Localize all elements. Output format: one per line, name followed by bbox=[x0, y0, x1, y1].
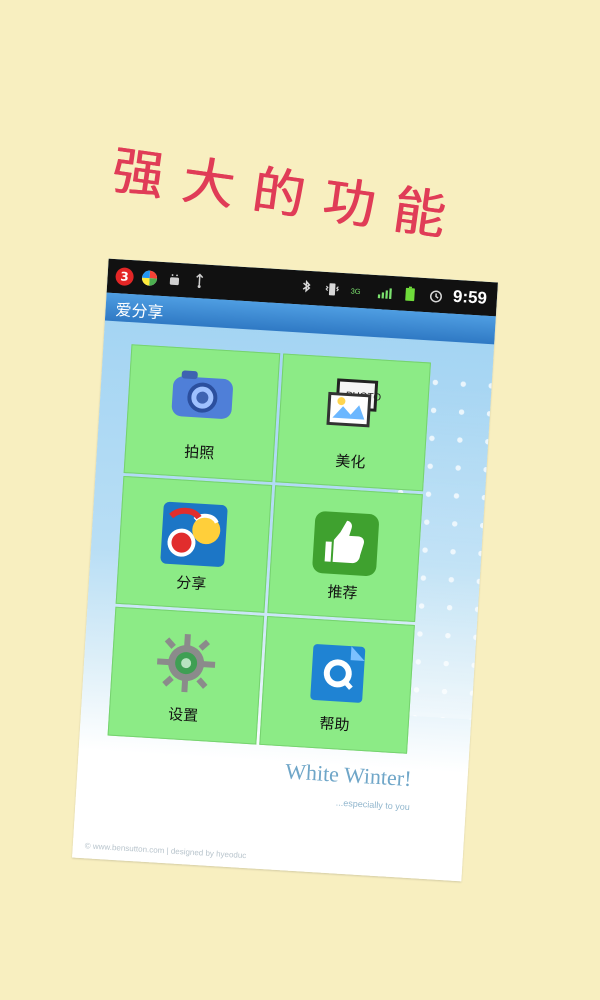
status-left: 3 bbox=[115, 263, 209, 295]
feature-grid: 拍照 PHOTO 美化 bbox=[107, 344, 431, 754]
app-icon bbox=[142, 270, 158, 286]
tile-help[interactable]: 帮助 bbox=[258, 616, 415, 754]
svg-text:3G: 3G bbox=[350, 286, 361, 296]
usb-icon bbox=[196, 273, 204, 288]
tile-photo[interactable]: 拍照 bbox=[123, 344, 280, 482]
photo-edit-icon: PHOTO bbox=[326, 378, 381, 428]
android-icon bbox=[169, 274, 180, 286]
signal-icon bbox=[377, 288, 392, 299]
app-title: 爱分享 bbox=[114, 300, 165, 323]
network-3g-icon: 3G bbox=[350, 286, 361, 296]
watermark-title: White Winter! bbox=[284, 758, 413, 792]
gear-icon bbox=[157, 634, 216, 693]
tile-settings-label: 设置 bbox=[167, 705, 199, 725]
tile-photo-label: 拍照 bbox=[183, 442, 215, 463]
phone-screenshot: 3 3G 9:59 爱分享 拍照 美化 分享 推荐 设置 帮助 White Wi… bbox=[72, 258, 498, 882]
tile-share[interactable]: 分享 bbox=[115, 475, 272, 614]
tile-beautify[interactable]: PHOTO 美化 bbox=[274, 353, 431, 491]
status-time: 9:59 bbox=[452, 286, 488, 308]
tile-help-label: 帮助 bbox=[318, 714, 350, 735]
help-icon bbox=[310, 644, 365, 704]
tile-recommend[interactable]: 推荐 bbox=[266, 484, 423, 623]
credit-text: © www.bensutton.com | designed by hyeodu… bbox=[84, 841, 247, 861]
tile-settings[interactable]: 设置 bbox=[107, 607, 264, 745]
tile-beautify-label: 美化 bbox=[334, 451, 367, 472]
notification-badge: 3 bbox=[115, 267, 135, 287]
phone-screen: 3 3G 9:59 爱分享 拍照 美化 分享 推荐 设置 帮助 White Wi… bbox=[72, 258, 498, 882]
bluetooth-icon bbox=[302, 279, 311, 293]
vibrate-icon bbox=[325, 283, 339, 296]
share-icon bbox=[160, 501, 228, 567]
alarm-icon bbox=[429, 290, 442, 303]
thumbs-up-icon bbox=[312, 510, 379, 576]
battery-icon bbox=[405, 286, 415, 302]
watermark-subtitle: ...especially to you bbox=[335, 797, 411, 813]
camera-icon bbox=[172, 370, 234, 419]
tile-recommend-label: 推荐 bbox=[326, 582, 358, 603]
tile-share-label: 分享 bbox=[175, 573, 207, 594]
